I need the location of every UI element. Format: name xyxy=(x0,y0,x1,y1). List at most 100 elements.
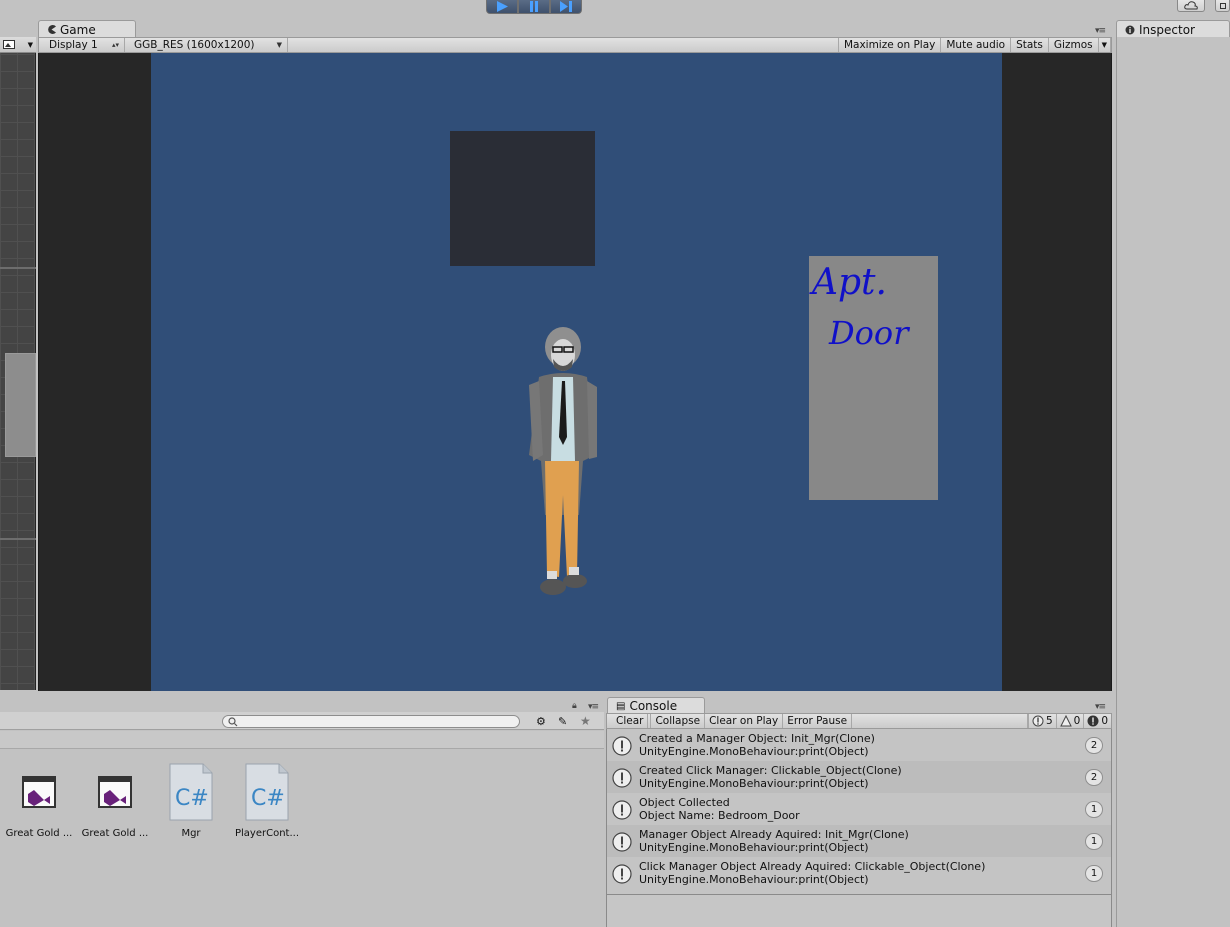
door-label-line2: Door xyxy=(828,314,910,352)
log-message: Manager Object Already Aquired: Init_Mgr… xyxy=(639,828,909,841)
divider xyxy=(0,538,36,540)
gizmos-toggle[interactable]: Gizmos xyxy=(1049,38,1099,52)
log-count-badge: 1 xyxy=(1085,833,1103,850)
log-count-badge: 2 xyxy=(1085,737,1103,754)
asset-name: Great Gold ... xyxy=(81,828,149,839)
account-button[interactable] xyxy=(1215,0,1230,12)
info-icon xyxy=(1032,715,1044,727)
error-pause-toggle[interactable]: Error Pause xyxy=(783,714,853,728)
warning-icon xyxy=(1059,715,1072,727)
asset-item[interactable]: Great Gold ... xyxy=(77,762,153,839)
svg-text:C#: C# xyxy=(251,786,285,811)
window-object[interactable] xyxy=(450,131,595,266)
project-search-input[interactable] xyxy=(222,715,520,728)
error-count: 0 xyxy=(1101,715,1108,727)
display-value: Display 1 xyxy=(49,39,98,51)
log-count-badge: 2 xyxy=(1085,769,1103,786)
chevron-down-icon[interactable]: ▼ xyxy=(28,41,33,49)
game-canvas[interactable]: Apt. Door xyxy=(151,53,1002,691)
stats-toggle[interactable]: Stats xyxy=(1011,38,1049,52)
tab-game[interactable]: Game xyxy=(38,20,136,38)
panel-menu-icon[interactable]: ▾≡ xyxy=(1095,26,1106,36)
tab-label: Game xyxy=(60,22,96,37)
scene-object[interactable] xyxy=(5,353,36,457)
info-icon xyxy=(1125,25,1135,34)
error-filter-toggle[interactable]: 0 xyxy=(1083,714,1111,728)
resolution-select[interactable]: GGB_RES (1600x1200) ▼ xyxy=(125,38,288,52)
visual-studio-solution-icon xyxy=(15,762,63,822)
door-label: Apt. Door xyxy=(809,262,910,352)
player-character[interactable] xyxy=(517,325,607,605)
scene-toolbar: ▼ xyxy=(0,37,36,53)
csharp-script-icon: C# xyxy=(243,762,291,822)
pause-icon xyxy=(530,1,538,12)
info-icon xyxy=(612,768,632,788)
collab-button[interactable] xyxy=(1177,0,1205,12)
updown-icon: ▴▾ xyxy=(111,41,119,49)
asset-item[interactable]: C# PlayerCont... xyxy=(229,762,305,839)
asset-item[interactable]: Great Gold ... xyxy=(1,762,77,839)
search-icon xyxy=(228,717,238,727)
collapse-toggle[interactable]: Collapse xyxy=(650,714,706,728)
log-count: 5 xyxy=(1045,715,1053,727)
console-toolbar: Clear Collapse Clear on Play Error Pause… xyxy=(606,713,1112,729)
log-count-badge: 1 xyxy=(1085,865,1103,882)
mute-audio-toggle[interactable]: Mute audio xyxy=(941,38,1012,52)
pacman-icon xyxy=(48,25,56,34)
asset-name: Mgr xyxy=(181,828,201,839)
clear-on-play-toggle[interactable]: Clear on Play xyxy=(705,714,784,728)
step-button[interactable] xyxy=(550,0,582,14)
lock-icon[interactable]: 🔒︎ xyxy=(572,701,577,711)
csharp-script-icon: C# xyxy=(167,762,215,822)
log-entry[interactable]: Manager Object Already Aquired: Init_Mgr… xyxy=(607,825,1111,857)
warning-count: 0 xyxy=(1073,715,1081,727)
clear-button[interactable]: Clear xyxy=(607,714,649,728)
log-stack: UnityEngine.MonoBehaviour:print(Object) xyxy=(639,873,869,886)
log-entry[interactable]: Object Collected Object Name: Bedroom_Doo… xyxy=(607,793,1111,825)
asset-item[interactable]: C# Mgr xyxy=(153,762,229,839)
tab-console[interactable]: ▤ Console xyxy=(607,697,705,714)
play-controls xyxy=(486,0,582,14)
maximize-on-play-toggle[interactable]: Maximize on Play xyxy=(839,38,942,52)
tab-inspector[interactable]: Inspector xyxy=(1116,20,1230,38)
tab-label: Inspector xyxy=(1139,22,1195,37)
log-stack: UnityEngine.MonoBehaviour:print(Object) xyxy=(639,841,869,854)
step-icon xyxy=(560,1,572,12)
log-entry[interactable]: Click Manager Object Already Aquired: Cl… xyxy=(607,857,1111,889)
visual-studio-solution-icon xyxy=(91,762,139,822)
console-detail-pane[interactable] xyxy=(606,894,1112,927)
filter-by-label-icon[interactable]: ✎ xyxy=(558,715,567,728)
filter-by-type-icon[interactable]: ⚙ xyxy=(536,715,546,728)
log-entry[interactable]: Created a Manager Object: Init_Mgr(Clone… xyxy=(607,729,1111,761)
inspector-panel xyxy=(1116,37,1230,927)
warning-filter-toggle[interactable]: 0 xyxy=(1055,714,1084,728)
console-icon: ▤ xyxy=(616,700,626,712)
log-stack: UnityEngine.MonoBehaviour:print(Object) xyxy=(639,745,869,758)
cloud-icon xyxy=(1184,1,1198,10)
error-icon xyxy=(1087,715,1099,727)
favorite-star-icon[interactable]: ★ xyxy=(580,714,591,728)
info-icon xyxy=(612,736,632,756)
log-count-badge: 1 xyxy=(1085,801,1103,818)
game-view[interactable]: Apt. Door xyxy=(38,53,1112,691)
log-entry[interactable]: Created Click Manager: Clickable_Object(… xyxy=(607,761,1111,793)
info-icon xyxy=(612,800,632,820)
divider xyxy=(0,267,36,269)
pause-button[interactable] xyxy=(518,0,550,14)
image-icon[interactable] xyxy=(3,40,15,49)
play-button[interactable] xyxy=(486,0,518,14)
log-filter-toggle[interactable]: 5 xyxy=(1027,714,1056,728)
log-message: Created a Manager Object: Init_Mgr(Clone… xyxy=(639,732,875,745)
chevron-down-icon: ▼ xyxy=(276,41,282,49)
svg-text:C#: C# xyxy=(175,786,209,811)
resolution-value: GGB_RES (1600x1200) xyxy=(134,39,255,51)
apt-door-object[interactable]: Apt. Door xyxy=(809,256,938,500)
door-label-line1: Apt. xyxy=(809,262,887,303)
log-message: Click Manager Object Already Aquired: Cl… xyxy=(639,860,986,873)
gizmos-dropdown[interactable]: ▼ xyxy=(1099,38,1111,52)
info-icon xyxy=(612,832,632,852)
tab-label: Console xyxy=(629,699,678,713)
panel-menu-icon[interactable]: ▾≡ xyxy=(588,702,599,712)
display-select[interactable]: Display 1 ▴▾ xyxy=(39,38,125,52)
panel-menu-icon[interactable]: ▾≡ xyxy=(1095,702,1106,712)
